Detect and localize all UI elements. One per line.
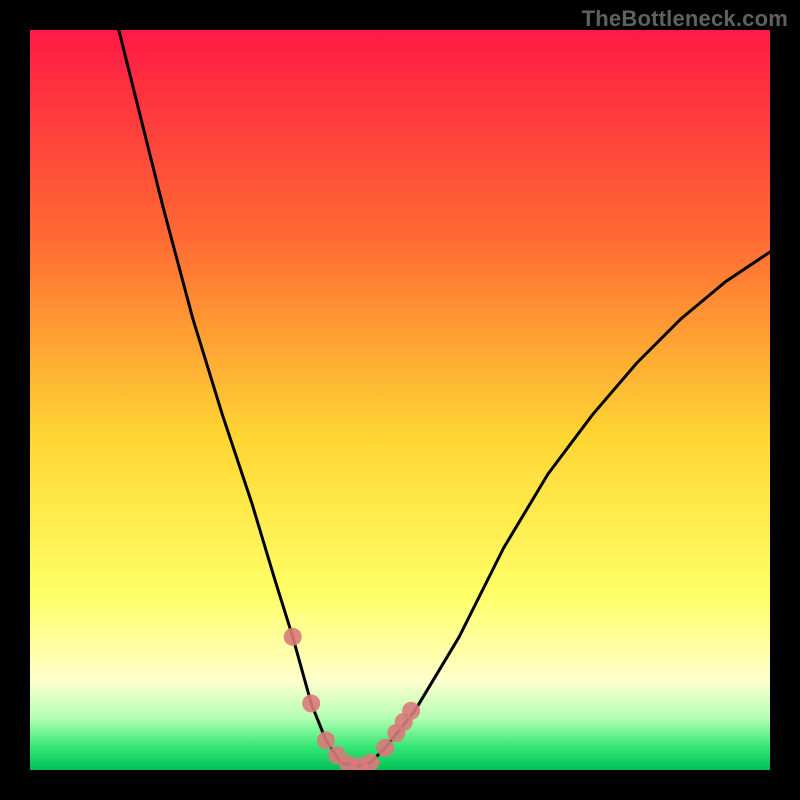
data-marker bbox=[284, 628, 302, 646]
chart-svg bbox=[30, 30, 770, 770]
data-marker bbox=[402, 702, 420, 720]
data-marker bbox=[317, 731, 335, 749]
watermark-label: TheBottleneck.com bbox=[582, 6, 788, 32]
data-marker bbox=[376, 739, 394, 757]
data-marker bbox=[302, 694, 320, 712]
plot-area bbox=[30, 30, 770, 770]
chart-frame: TheBottleneck.com bbox=[0, 0, 800, 800]
gradient-background bbox=[30, 30, 770, 770]
